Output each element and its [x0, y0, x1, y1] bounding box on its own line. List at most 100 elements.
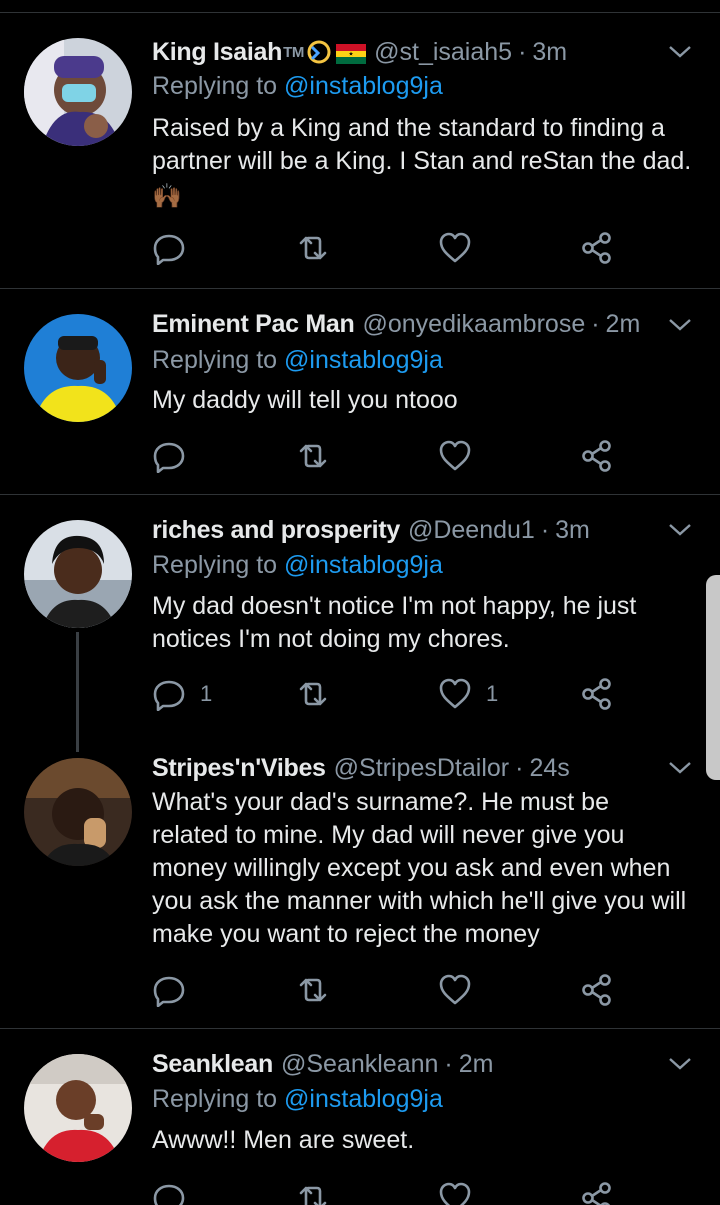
separator-dot: · — [444, 1049, 453, 1078]
like-button[interactable] — [438, 970, 486, 1010]
replying-to: Replying to @instablog9ja — [152, 72, 443, 101]
heart-icon — [439, 440, 471, 471]
name-emoji-badges — [306, 39, 367, 65]
tweet-actions — [152, 436, 622, 476]
display-name[interactable]: riches and prosperity — [152, 516, 400, 545]
like-button[interactable] — [438, 228, 486, 268]
separator-dot: · — [518, 37, 527, 66]
avatar[interactable] — [24, 314, 132, 422]
share-button[interactable] — [580, 970, 614, 1010]
tweet-divider — [0, 288, 720, 289]
share-button[interactable] — [580, 228, 614, 268]
replying-prefix: Replying to — [152, 551, 278, 579]
display-name[interactable]: Seanklean — [152, 1050, 273, 1079]
reply-icon — [153, 442, 185, 473]
separator-dot: · — [515, 753, 524, 782]
reply-button[interactable] — [152, 970, 200, 1010]
reply-icon — [153, 680, 185, 711]
avatar[interactable] — [24, 38, 132, 146]
mention-link[interactable]: @instablog9ja — [284, 551, 443, 579]
scrollbar-handle[interactable] — [706, 575, 720, 780]
reply-icon — [153, 234, 185, 265]
tweet-actions — [152, 1178, 622, 1205]
avatar[interactable] — [24, 1054, 132, 1162]
display-name[interactable]: King Isaiah — [152, 38, 282, 67]
tweet-divider — [0, 494, 720, 495]
user-handle[interactable]: @onyedikaambrose — [363, 310, 586, 339]
tweet-actions: 1 1 — [152, 674, 622, 714]
dizzy-emoji-icon — [307, 40, 331, 64]
mention-link[interactable]: @instablog9ja — [284, 72, 443, 100]
retweet-icon — [299, 444, 327, 468]
tweet-text: What's your dad's surname?. He must be r… — [152, 788, 687, 948]
tweet-text: My daddy will tell you ntooo — [152, 386, 458, 414]
separator-dot: · — [540, 515, 550, 544]
retweet-icon — [299, 236, 327, 260]
reply-button[interactable] — [152, 436, 200, 476]
mention-link[interactable]: @instablog9ja — [284, 1085, 443, 1113]
like-button[interactable]: 1 — [438, 674, 498, 714]
tweet-header: Stripes'n'Vibes @StripesDtailor · 24s — [152, 751, 570, 785]
reply-button[interactable] — [152, 228, 200, 268]
tweet-actions — [152, 970, 622, 1010]
tweet-header: riches and prosperity @Deendu1 · 3m — [152, 513, 590, 547]
display-name[interactable]: Stripes'n'Vibes — [152, 754, 326, 783]
display-name[interactable]: Eminent Pac Man — [152, 310, 355, 339]
share-icon — [582, 678, 611, 710]
share-button[interactable] — [580, 1178, 614, 1205]
timestamp[interactable]: 2m — [606, 310, 641, 339]
top-divider — [0, 12, 720, 13]
retweet-icon — [299, 1186, 327, 1205]
replying-to: Replying to @instablog9ja — [152, 1085, 443, 1114]
retweet-button[interactable] — [296, 1178, 330, 1205]
share-button[interactable] — [580, 436, 614, 476]
separator-dot: · — [591, 309, 600, 338]
timestamp[interactable]: 24s — [529, 754, 569, 783]
mention-link[interactable]: @instablog9ja — [284, 346, 443, 374]
chevron-down-icon[interactable] — [668, 756, 692, 780]
share-icon — [582, 974, 611, 1006]
replying-to: Replying to @instablog9ja — [152, 551, 443, 580]
timestamp[interactable]: 3m — [532, 38, 567, 67]
avatar[interactable] — [24, 520, 132, 628]
reply-button[interactable]: 1 — [152, 674, 212, 714]
share-button[interactable] — [580, 674, 614, 714]
chevron-down-icon[interactable] — [668, 1052, 692, 1076]
raised-hands-emoji: 🙌🏾 — [152, 183, 182, 210]
timestamp[interactable]: 3m — [555, 516, 590, 545]
thread-connector — [76, 632, 79, 752]
heart-icon — [439, 974, 471, 1005]
user-handle[interactable]: @Seankleann — [281, 1050, 438, 1079]
tweet-body: Raised by a King and the standard to fin… — [152, 114, 692, 175]
heart-icon — [439, 1182, 471, 1205]
heart-icon — [439, 232, 471, 263]
tweet-header: King Isaiah TM @st_isaiah5 · 3m — [152, 35, 567, 69]
retweet-button[interactable] — [296, 228, 330, 268]
share-icon — [582, 440, 611, 472]
retweet-button[interactable] — [296, 970, 330, 1010]
share-icon — [582, 232, 611, 264]
avatar[interactable] — [24, 758, 132, 866]
chevron-down-icon[interactable] — [668, 40, 692, 64]
retweet-button[interactable] — [296, 674, 330, 714]
tweet-header: Eminent Pac Man @onyedikaambrose · 2m — [152, 307, 640, 341]
like-button[interactable] — [438, 436, 486, 476]
replying-prefix: Replying to — [152, 1085, 278, 1113]
like-button[interactable] — [438, 1178, 472, 1205]
tweet-header: Seanklean @Seankleann · 2m — [152, 1047, 493, 1081]
tweet-divider — [0, 1028, 720, 1029]
user-handle[interactable]: @StripesDtailor — [334, 754, 509, 783]
reply-button[interactable] — [152, 1178, 186, 1205]
timestamp[interactable]: 2m — [459, 1050, 494, 1079]
reply-icon — [153, 1184, 185, 1205]
tweet-actions — [152, 228, 622, 268]
user-handle[interactable]: @st_isaiah5 — [374, 38, 512, 67]
user-handle[interactable]: @Deendu1 — [408, 516, 535, 545]
retweet-button[interactable] — [296, 436, 330, 476]
tweet-text: Raised by a King and the standard to fin… — [152, 112, 692, 213]
retweet-icon — [299, 682, 327, 706]
chevron-down-icon[interactable] — [668, 313, 692, 337]
heart-icon — [439, 678, 471, 709]
reply-icon — [153, 976, 185, 1007]
chevron-down-icon[interactable] — [668, 518, 692, 542]
